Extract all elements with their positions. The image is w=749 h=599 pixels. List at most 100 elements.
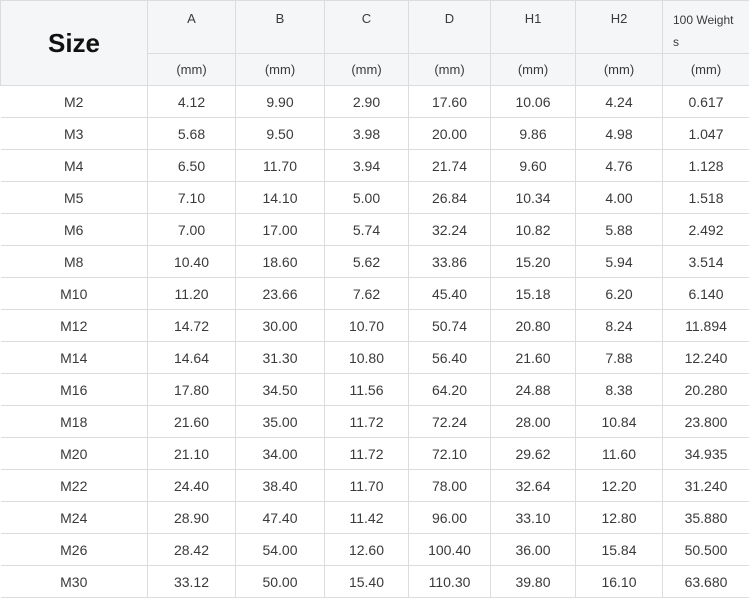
c-cell: 11.70	[324, 469, 409, 502]
size-cell: M4	[0, 149, 148, 182]
b-cell: 18.60	[235, 245, 325, 278]
a-cell: 28.90	[147, 501, 236, 534]
c-cell: 11.42	[324, 501, 409, 534]
h1-cell: 9.60	[490, 149, 576, 182]
table-row: M26 28.42 54.00 12.60 100.40 36.00 15.84 50.500	[0, 533, 749, 566]
h1-cell: 15.20	[490, 245, 576, 278]
c-cell: 11.56	[324, 373, 409, 406]
size-header: Size	[0, 0, 148, 86]
table-row: M10 11.20 23.66 7.62 45.40 15.18 6.20 6.140	[0, 277, 749, 310]
column-header-weight: 100 Weight s	[662, 0, 749, 54]
d-cell: 33.86	[408, 245, 491, 278]
table-row: M2 4.12 9.90 2.90 17.60 10.06 4.24 0.617	[0, 85, 749, 118]
table-row: M24 28.90 47.40 11.42 96.00 33.10 12.80 35.880	[0, 501, 749, 534]
h1-cell: 29.62	[490, 437, 576, 470]
h1-cell: 33.10	[490, 501, 576, 534]
weight-cell: 2.492	[662, 213, 749, 246]
c-cell: 11.72	[324, 405, 409, 438]
table-body: M2 4.12 9.90 2.90 17.60 10.06 4.24 0.617 M3 5.68 9…	[0, 85, 749, 598]
size-cell: M24	[0, 501, 148, 534]
a-cell: 7.10	[147, 181, 236, 214]
d-cell: 96.00	[408, 501, 491, 534]
table-row: M30 33.12 50.00 15.40 110.30 39.80 16.10 63.680	[0, 565, 749, 598]
h1-cell: 15.18	[490, 277, 576, 310]
d-cell: 56.40	[408, 341, 491, 374]
h2-cell: 7.88	[575, 341, 663, 374]
c-cell: 7.62	[324, 277, 409, 310]
c-cell: 2.90	[324, 85, 409, 118]
size-cell: M16	[0, 373, 148, 406]
size-cell: M26	[0, 533, 148, 566]
h2-cell: 8.24	[575, 309, 663, 342]
h1-cell: 36.00	[490, 533, 576, 566]
weight-header-line1: 100 Weight	[673, 13, 734, 27]
b-cell: 35.00	[235, 405, 325, 438]
b-cell: 34.00	[235, 437, 325, 470]
h2-cell: 12.20	[575, 469, 663, 502]
c-cell: 15.40	[324, 565, 409, 598]
d-cell: 32.24	[408, 213, 491, 246]
size-cell: M10	[0, 277, 148, 310]
table-row: M4 6.50 11.70 3.94 21.74 9.60 4.76 1.128	[0, 149, 749, 182]
size-cell: M6	[0, 213, 148, 246]
weight-cell: 35.880	[662, 501, 749, 534]
size-cell: M14	[0, 341, 148, 374]
b-cell: 9.50	[235, 117, 325, 150]
column-header-h2: H2	[575, 0, 663, 54]
header-row: Size A B C D H1 H2 100 Weight s	[0, 0, 749, 86]
h2-cell: 11.60	[575, 437, 663, 470]
unit-cell: (mm)	[490, 53, 576, 86]
weight-cell: 12.240	[662, 341, 749, 374]
c-cell: 5.00	[324, 181, 409, 214]
h1-cell: 10.34	[490, 181, 576, 214]
h2-cell: 4.00	[575, 181, 663, 214]
b-cell: 31.30	[235, 341, 325, 374]
b-cell: 14.10	[235, 181, 325, 214]
b-cell: 11.70	[235, 149, 325, 182]
c-cell: 10.80	[324, 341, 409, 374]
d-cell: 17.60	[408, 85, 491, 118]
a-cell: 28.42	[147, 533, 236, 566]
unit-cell: (mm)	[324, 53, 409, 86]
c-cell: 3.94	[324, 149, 409, 182]
weight-cell: 34.935	[662, 437, 749, 470]
h1-cell: 10.06	[490, 85, 576, 118]
weight-cell: 1.047	[662, 117, 749, 150]
b-cell: 50.00	[235, 565, 325, 598]
weight-cell: 11.894	[662, 309, 749, 342]
column-header-c: C	[324, 0, 409, 54]
c-cell: 12.60	[324, 533, 409, 566]
a-cell: 10.40	[147, 245, 236, 278]
table-row: M18 21.60 35.00 11.72 72.24 28.00 10.84 23.800	[0, 405, 749, 438]
a-cell: 14.72	[147, 309, 236, 342]
h1-cell: 39.80	[490, 565, 576, 598]
column-header-a: A	[147, 0, 236, 54]
table-row: M22 24.40 38.40 11.70 78.00 32.64 12.20 31.240	[0, 469, 749, 502]
c-cell: 11.72	[324, 437, 409, 470]
table-row: M5 7.10 14.10 5.00 26.84 10.34 4.00 1.518	[0, 181, 749, 214]
size-cell: M30	[0, 565, 148, 598]
weight-cell: 50.500	[662, 533, 749, 566]
size-cell: M2	[0, 85, 148, 118]
h2-cell: 5.88	[575, 213, 663, 246]
h2-cell: 4.98	[575, 117, 663, 150]
c-cell: 5.62	[324, 245, 409, 278]
d-cell: 50.74	[408, 309, 491, 342]
table-row: M6 7.00 17.00 5.74 32.24 10.82 5.88 2.492	[0, 213, 749, 246]
weight-header-line2: s	[673, 35, 679, 49]
size-cell: M8	[0, 245, 148, 278]
weight-cell: 1.518	[662, 181, 749, 214]
size-cell: M3	[0, 117, 148, 150]
unit-cell: (mm)	[235, 53, 325, 86]
a-cell: 14.64	[147, 341, 236, 374]
h1-cell: 24.88	[490, 373, 576, 406]
b-cell: 30.00	[235, 309, 325, 342]
column-header-h1: H1	[490, 0, 576, 54]
d-cell: 72.10	[408, 437, 491, 470]
d-cell: 26.84	[408, 181, 491, 214]
table-row: M12 14.72 30.00 10.70 50.74 20.80 8.24 11.894	[0, 309, 749, 342]
a-cell: 4.12	[147, 85, 236, 118]
a-cell: 7.00	[147, 213, 236, 246]
h2-cell: 12.80	[575, 501, 663, 534]
d-cell: 20.00	[408, 117, 491, 150]
